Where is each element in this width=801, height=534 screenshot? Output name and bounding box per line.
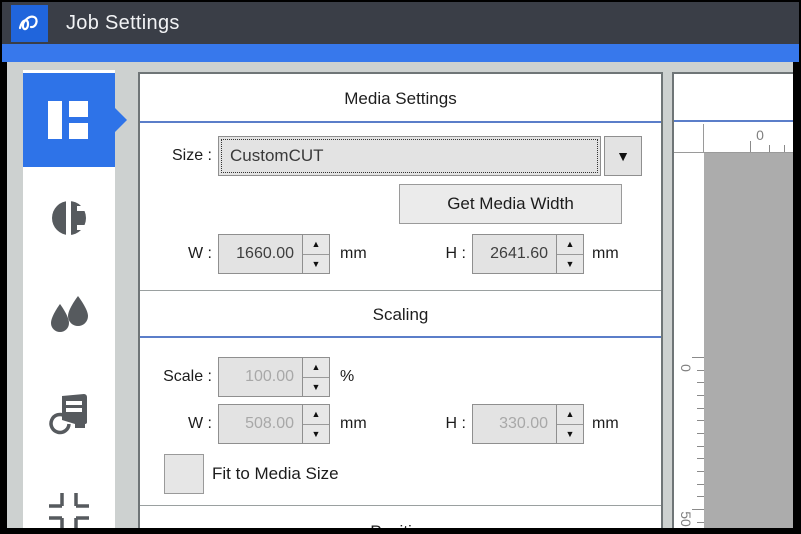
scaling-height-spinner[interactable]: ▲ ▼	[472, 404, 584, 444]
sidebar	[23, 70, 115, 528]
ruler-tick	[692, 509, 704, 510]
fit-to-media-checkbox[interactable]	[164, 454, 204, 494]
quality-icon	[48, 197, 90, 239]
ink-drops-icon	[46, 292, 92, 340]
ruler-tick	[697, 370, 704, 371]
ruler-tick	[697, 484, 704, 485]
ruler-tick	[692, 357, 704, 358]
scaling-width-spinner[interactable]: ▲ ▼	[218, 404, 330, 444]
scaling-width-input[interactable]	[219, 405, 302, 443]
scaling-width-label: W :	[140, 404, 212, 444]
spin-down-button[interactable]: ▼	[557, 255, 583, 274]
scaling-header: Scaling	[140, 292, 661, 338]
scale-input[interactable]	[219, 358, 302, 396]
media-width-unit: mm	[340, 234, 367, 274]
preview-header	[674, 74, 793, 122]
media-size-value: CustomCUT	[230, 146, 324, 166]
ruler-tick	[697, 446, 704, 447]
settings-panel: Media Settings Size : CustomCUT ▼ Get Me…	[138, 72, 663, 528]
job-settings-window: Job Settings	[0, 0, 801, 534]
workspace: Media Settings Size : CustomCUT ▼ Get Me…	[7, 62, 793, 528]
spin-up-button[interactable]: ▲	[557, 235, 583, 255]
app-logo-icon	[11, 5, 48, 42]
ruler-tick	[697, 433, 704, 434]
ruler-corner	[674, 124, 704, 153]
v-ruler-label: 50	[678, 509, 694, 528]
media-height-spinner[interactable]: ▲ ▼	[472, 234, 584, 274]
ruler-tick	[769, 145, 770, 152]
preview-panel: 0 0 50	[672, 72, 793, 528]
media-width-label: W :	[140, 234, 212, 274]
h-ruler-label: 0	[750, 127, 770, 143]
v-ruler-label: 0	[678, 358, 694, 378]
section-divider	[140, 290, 661, 291]
size-label: Size :	[140, 136, 212, 176]
scaling-height-input[interactable]	[473, 405, 556, 443]
section-divider	[140, 505, 661, 506]
h-ruler: 0	[704, 124, 793, 153]
scaling-height-label: H :	[410, 404, 466, 444]
spin-up-button[interactable]: ▲	[557, 405, 583, 425]
accent-strip	[2, 44, 799, 62]
scaling-height-unit: mm	[592, 404, 619, 444]
ruler-tick	[697, 522, 704, 523]
window-title: Job Settings	[66, 12, 180, 35]
sidebar-item-marks[interactable]	[23, 465, 115, 528]
layout-icon	[46, 100, 92, 140]
ruler-tick	[697, 420, 704, 421]
ruler-tick	[697, 471, 704, 472]
sidebar-item-ink[interactable]	[23, 269, 115, 363]
spin-down-button[interactable]: ▼	[303, 425, 329, 444]
scale-label: Scale :	[140, 357, 212, 397]
scale-spinner[interactable]: ▲ ▼	[218, 357, 330, 397]
spin-down-button[interactable]: ▼	[557, 425, 583, 444]
dropdown-arrow-icon[interactable]: ▼	[604, 136, 642, 176]
title-bar: Job Settings	[2, 2, 799, 44]
ruler-tick	[750, 141, 751, 152]
ruler-tick	[697, 458, 704, 459]
sidebar-item-layout[interactable]	[23, 73, 115, 167]
media-size-select[interactable]: CustomCUT ▼	[218, 136, 642, 176]
sidebar-item-job-refresh[interactable]	[23, 367, 115, 461]
ruler-tick	[697, 408, 704, 409]
crop-marks-icon	[46, 491, 92, 528]
v-ruler: 0 50	[674, 153, 704, 528]
spin-down-button[interactable]: ▼	[303, 255, 329, 274]
ruler-tick	[784, 145, 785, 152]
media-width-input[interactable]	[219, 235, 302, 273]
ruler-tick	[697, 496, 704, 497]
media-height-input[interactable]	[473, 235, 556, 273]
fit-to-media-label: Fit to Media Size	[212, 454, 339, 494]
media-width-spinner[interactable]: ▲ ▼	[218, 234, 330, 274]
spin-up-button[interactable]: ▲	[303, 358, 329, 378]
ruler-tick	[697, 382, 704, 383]
ruler-tick	[697, 395, 704, 396]
scaling-width-unit: mm	[340, 404, 367, 444]
scale-unit: %	[340, 357, 354, 397]
spin-down-button[interactable]: ▼	[303, 378, 329, 397]
media-preview[interactable]	[704, 153, 793, 528]
get-media-width-button[interactable]: Get Media Width	[399, 184, 622, 224]
sidebar-item-quality[interactable]	[23, 171, 115, 265]
document-refresh-icon	[45, 392, 93, 436]
position-header: Position	[140, 510, 661, 528]
media-size-select-field[interactable]: CustomCUT	[218, 136, 601, 176]
spin-up-button[interactable]: ▲	[303, 235, 329, 255]
spin-up-button[interactable]: ▲	[303, 405, 329, 425]
media-settings-header: Media Settings	[140, 74, 661, 123]
media-height-label: H :	[410, 234, 466, 274]
media-height-unit: mm	[592, 234, 619, 274]
